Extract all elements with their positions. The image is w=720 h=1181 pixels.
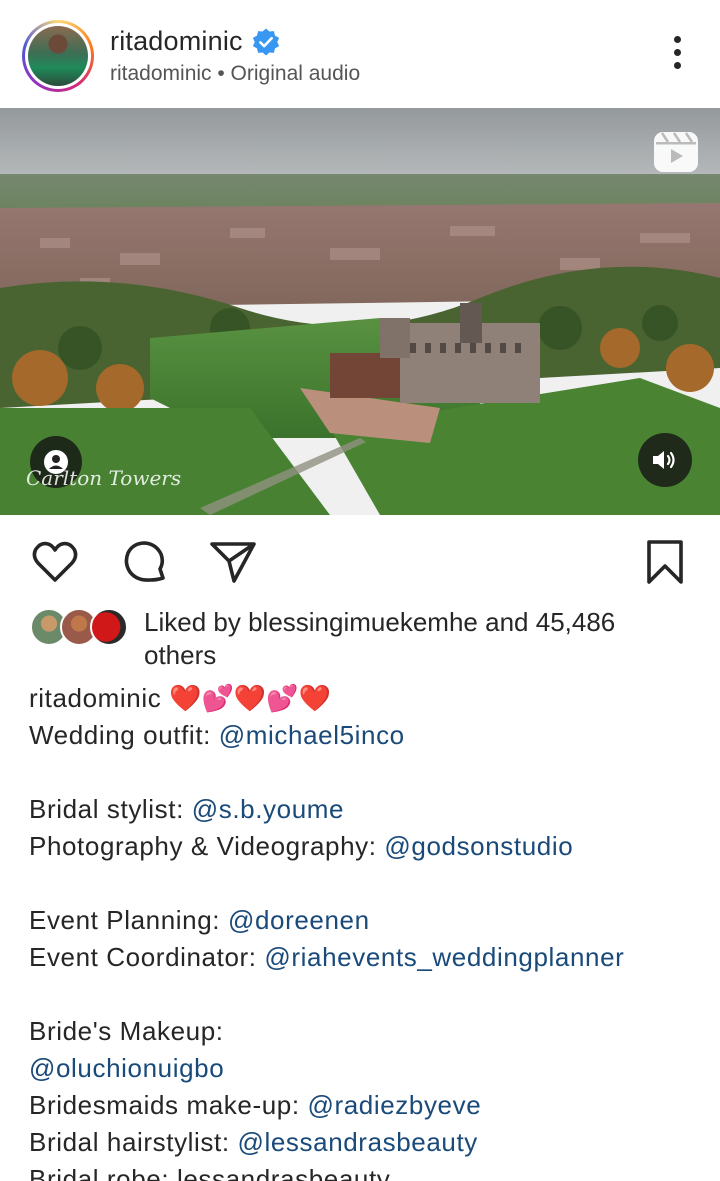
caption-line: Bridal robe: lessandrasbeauty (29, 1161, 699, 1181)
send-icon[interactable] (208, 537, 258, 587)
caption-label: Event Planning: (29, 905, 228, 935)
caption-label: Bridal robe: lessandrasbeauty (29, 1164, 391, 1181)
liker-username[interactable]: blessingimuekemhe (248, 607, 478, 637)
avatar (90, 608, 128, 646)
caption-mention-link[interactable]: @oluchionuigbo (29, 1053, 224, 1083)
caption-line: Bridesmaids make-up: @radiezbyeve (29, 1087, 699, 1124)
caption-label: Bridesmaids make-up: (29, 1090, 308, 1120)
caption-label: Bride's Makeup: (29, 1016, 224, 1046)
heart-outline-icon[interactable] (30, 537, 80, 587)
caption-line: Wedding outfit: @michael5inco (29, 717, 699, 754)
action-bar (0, 515, 720, 605)
caption-hearts: ❤️💕❤️💕❤️ (169, 683, 332, 713)
comment-icon[interactable] (120, 537, 170, 587)
caption-line: @oluchionuigbo (29, 1050, 699, 1087)
likes-count[interactable]: 45,486 (536, 607, 616, 637)
avatar[interactable] (28, 26, 88, 86)
verified-badge-icon (252, 28, 279, 55)
likes-connector: and (485, 607, 529, 637)
caption-header: ritadominic ❤️💕❤️💕❤️ (29, 680, 699, 717)
caption-mention-link[interactable]: @s.b.youme (192, 794, 344, 824)
caption-line: Photography & Videography: @godsonstudio (29, 828, 699, 865)
caption-line: Bride's Makeup: (29, 1013, 699, 1050)
caption: ritadominic ❤️💕❤️💕❤️ Wedding outfit: @mi… (29, 680, 699, 1181)
post-media[interactable]: Carlton Towers (0, 108, 720, 515)
caption-label: Bridal hairstylist: (29, 1127, 238, 1157)
caption-label: Bridal stylist: (29, 794, 192, 824)
caption-line: Bridal stylist: @s.b.youme (29, 791, 699, 828)
more-vertical-icon[interactable] (662, 36, 692, 76)
caption-lines: Wedding outfit: @michael5inco Bridal styl… (29, 717, 699, 1181)
caption-mention-link[interactable]: @godsonstudio (384, 831, 573, 861)
caption-mention-link[interactable]: @lessandrasbeauty (238, 1127, 478, 1157)
speaker-on-icon[interactable] (638, 433, 692, 487)
aerial-landscape-image (0, 108, 720, 515)
likes-text[interactable]: Liked by blessingimuekemhe and 45,486 ot… (144, 606, 690, 672)
likes-suffix: others (144, 640, 217, 670)
caption-line: Event Planning: @doreenen (29, 902, 699, 939)
caption-line: Event Coordinator: @riahevents_weddingpl… (29, 939, 699, 976)
caption-label: Photography & Videography: (29, 831, 385, 861)
caption-username[interactable]: ritadominic (29, 683, 161, 713)
audio-label[interactable]: ritadominic • Original audio (110, 62, 360, 86)
caption-mention-link[interactable]: @riahevents_weddingplanner (264, 942, 624, 972)
caption-label: Wedding outfit: (29, 720, 219, 750)
caption-mention-link[interactable]: @michael5inco (219, 720, 405, 750)
liker-avatars[interactable] (30, 608, 130, 648)
post-header: ritadominic ritadominic • Original audio (0, 0, 720, 108)
caption-line: Bridal hairstylist: @lessandrasbeauty (29, 1124, 699, 1161)
caption-mention-link[interactable]: @radiezbyeve (307, 1090, 481, 1120)
bookmark-outline-icon[interactable] (640, 537, 690, 587)
username[interactable]: ritadominic (110, 26, 243, 57)
caption-mention-link[interactable]: @doreenen (228, 905, 370, 935)
caption-label: Event Coordinator: (29, 942, 265, 972)
username-row: ritadominic (110, 26, 281, 57)
likes-prefix: Liked by (144, 607, 241, 637)
media-watermark: Carlton Towers (26, 466, 182, 490)
story-ring[interactable] (22, 20, 94, 92)
reels-icon (654, 132, 698, 172)
